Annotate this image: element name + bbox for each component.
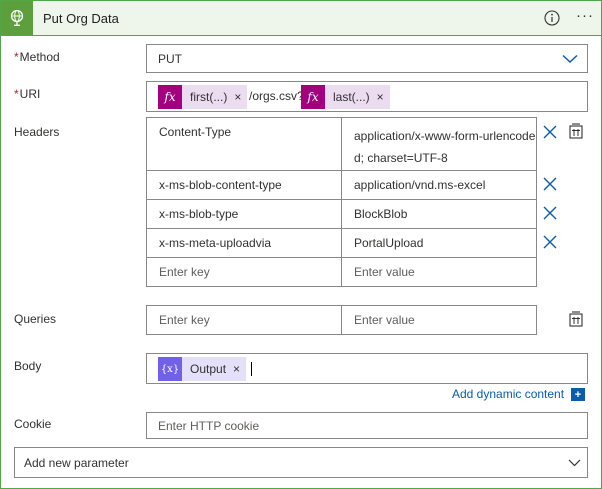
- header-key-input[interactable]: Content-Type: [146, 117, 342, 171]
- add-new-parameter-dropdown[interactable]: Add new parameter: [14, 447, 588, 478]
- body-input[interactable]: {x} Output ×: [146, 353, 588, 384]
- query-value-input[interactable]: Enter value: [341, 305, 537, 335]
- uri-input[interactable]: fx first(...) × /orgs.csv? fx last(...) …: [146, 81, 588, 112]
- headers-label: Headers: [14, 125, 60, 139]
- header-key-input[interactable]: x-ms-blob-type: [146, 199, 342, 229]
- info-icon[interactable]: [544, 10, 560, 26]
- remove-token-icon[interactable]: ×: [234, 90, 241, 104]
- chevron-down-icon: [568, 459, 581, 467]
- query-key-input[interactable]: Enter key: [146, 305, 342, 335]
- delete-row-icon[interactable]: [543, 125, 557, 139]
- uri-literal-text: /orgs.csv?: [249, 89, 304, 103]
- delete-row-icon[interactable]: [543, 177, 557, 191]
- uri-label: *URI: [14, 87, 41, 101]
- text-cursor: [251, 362, 252, 376]
- cookie-input[interactable]: Enter HTTP cookie: [146, 412, 588, 439]
- card-header[interactable]: Put Org Data ···: [1, 1, 601, 36]
- variable-icon: {x}: [158, 357, 182, 381]
- remove-token-icon[interactable]: ×: [377, 90, 384, 104]
- header-key-input[interactable]: x-ms-blob-content-type: [146, 170, 342, 200]
- body-label: Body: [14, 359, 42, 373]
- delete-row-icon[interactable]: [543, 235, 557, 249]
- add-dynamic-content-icon[interactable]: +: [571, 388, 585, 401]
- action-card: Put Org Data ··· *Method PUT *URI fx fir…: [0, 0, 602, 489]
- add-dynamic-content-link[interactable]: Add dynamic content: [452, 387, 564, 401]
- function-icon: fx: [158, 85, 182, 109]
- header-key-input[interactable]: x-ms-meta-uploadvia: [146, 228, 342, 258]
- token-label: Output: [190, 362, 227, 376]
- method-label: *Method: [14, 50, 60, 64]
- header-key-input[interactable]: Enter key: [146, 257, 342, 287]
- queries-label: Queries: [14, 312, 57, 326]
- uri-token-last[interactable]: fx last(...) ×: [301, 85, 390, 109]
- header-value-input[interactable]: Enter value: [341, 257, 537, 287]
- method-select[interactable]: PUT: [146, 44, 588, 73]
- header-value-input[interactable]: application/x-www-form-urlencoded; chars…: [341, 117, 537, 171]
- cookie-label: Cookie: [14, 417, 52, 431]
- token-label: last(...): [333, 90, 370, 104]
- switch-text-mode-icon[interactable]: [569, 123, 583, 139]
- header-value-input[interactable]: PortalUpload: [341, 228, 537, 258]
- more-options-icon[interactable]: ···: [576, 7, 594, 24]
- card-title: Put Org Data: [43, 11, 119, 26]
- remove-token-icon[interactable]: ×: [233, 362, 240, 376]
- globe-icon: [1, 1, 33, 35]
- header-value-input[interactable]: application/vnd.ms-excel: [341, 170, 537, 200]
- uri-token-first[interactable]: fx first(...) ×: [158, 85, 248, 109]
- token-label: first(...): [190, 90, 228, 104]
- delete-row-icon[interactable]: [543, 206, 557, 220]
- header-value-input[interactable]: BlockBlob: [341, 199, 537, 229]
- function-icon: fx: [301, 85, 325, 109]
- chevron-down-icon: [562, 54, 578, 64]
- body-token-output[interactable]: {x} Output ×: [158, 357, 247, 381]
- method-value: PUT: [158, 51, 182, 66]
- switch-text-mode-icon[interactable]: [569, 311, 583, 327]
